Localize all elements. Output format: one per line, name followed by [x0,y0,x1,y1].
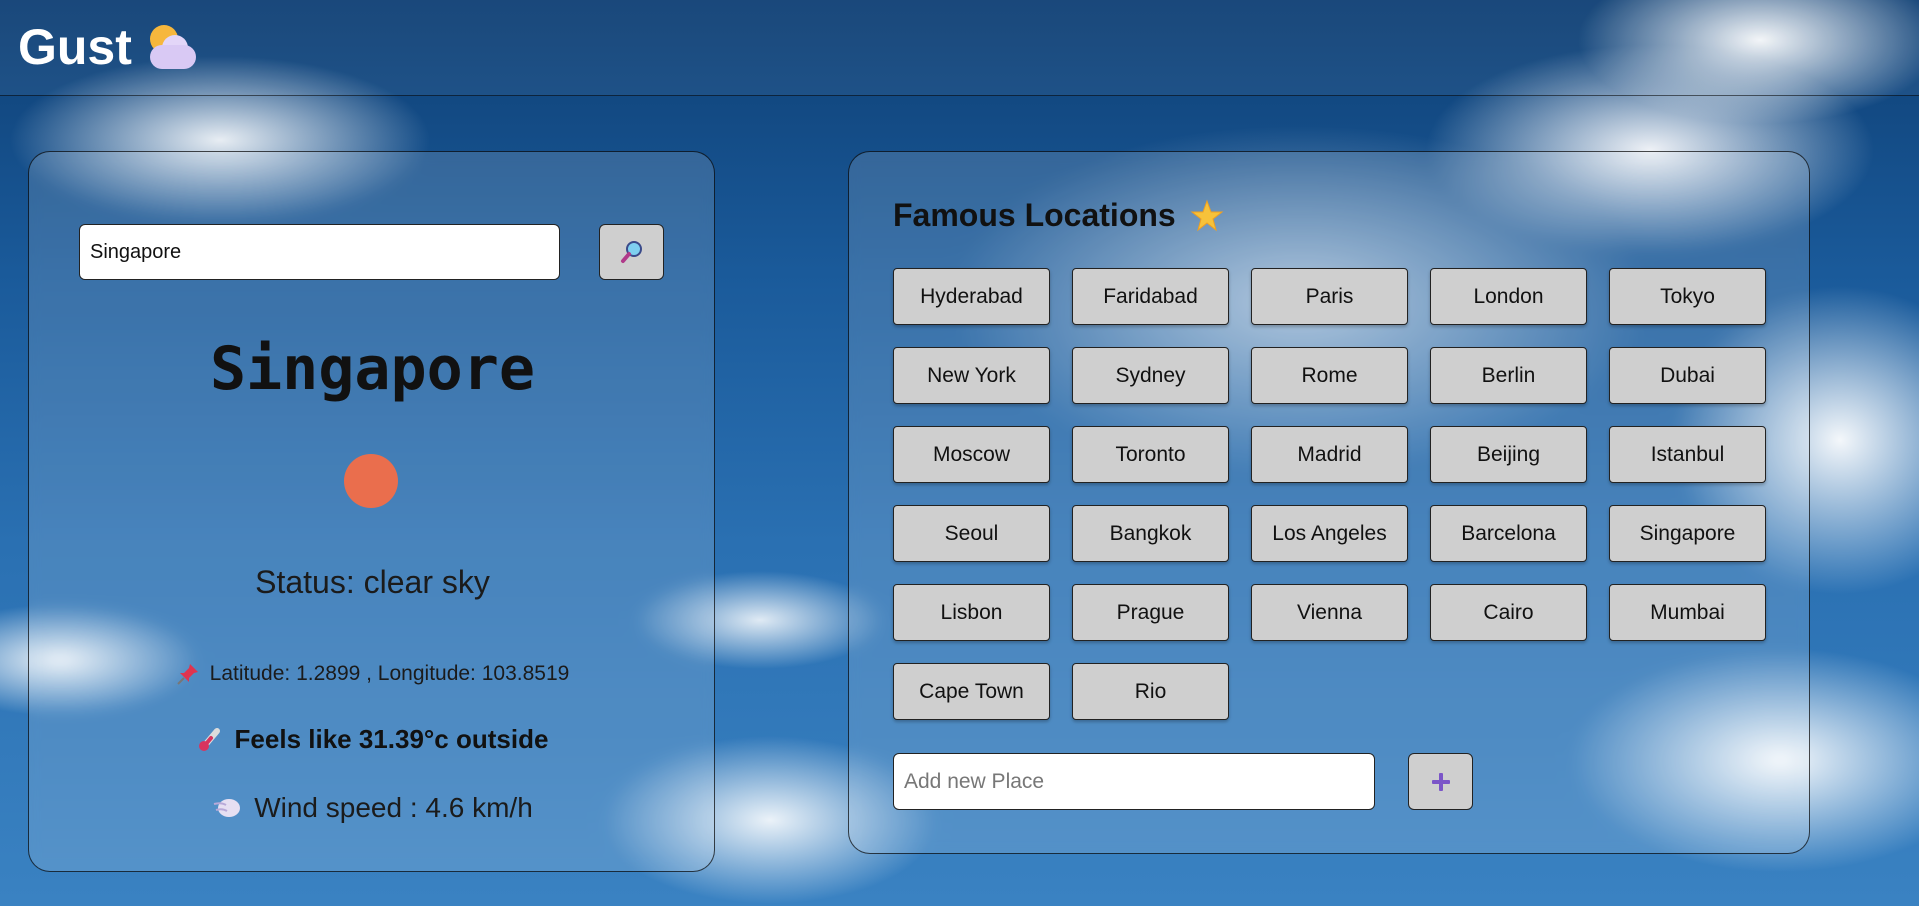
city-name: Singapore [209,334,536,404]
location-button[interactable]: Bangkok [1072,505,1229,562]
wind-row: Wind speed : 4.6 km/h [29,792,716,824]
add-place-input[interactable] [893,753,1375,810]
famous-locations-title: Famous Locations [893,197,1176,233]
app-title: Gust [18,19,132,75]
location-button[interactable]: Moscow [893,426,1050,483]
location-button[interactable]: Istanbul [1609,426,1766,483]
city-search-input[interactable] [79,224,560,280]
feels-like-row: Feels like 31.39°c outside [29,724,716,755]
pushpin-icon [176,664,198,685]
app-header: Gust [0,0,1919,96]
wind-icon [213,799,241,817]
search-button[interactable] [599,224,664,280]
famous-locations-heading: Famous Locations [893,197,1224,234]
add-place-button[interactable] [1408,753,1473,810]
location-button[interactable]: Madrid [1251,426,1408,483]
location-button[interactable]: Vienna [1251,584,1408,641]
location-button[interactable]: Seoul [893,505,1050,562]
thermometer-icon [198,727,220,751]
location-button[interactable]: Toronto [1072,426,1229,483]
weather-panel: Singapore Status: clear sky Latitude: 1.… [28,151,715,872]
location-button[interactable]: Rome [1251,347,1408,404]
sun-icon [344,454,398,508]
famous-locations-panel: Famous Locations Hyderabad Faridabad Par… [848,151,1810,854]
magnifier-icon [620,241,642,263]
location-button[interactable]: Faridabad [1072,268,1229,325]
location-button[interactable]: Sydney [1072,347,1229,404]
location-button[interactable]: Cape Town [893,663,1050,720]
wind-speed-text: Wind speed : 4.6 km/h [254,792,533,823]
location-button[interactable]: New York [893,347,1050,404]
weather-status: Status: clear sky [255,564,490,600]
location-button[interactable]: Beijing [1430,426,1587,483]
location-button[interactable]: Lisbon [893,584,1050,641]
coordinates-row: Latitude: 1.2899 , Longitude: 103.8519 [29,662,716,686]
location-button[interactable]: Prague [1072,584,1229,641]
feels-like-text: Feels like 31.39°c outside [234,724,549,754]
coordinates-text: Latitude: 1.2899 , Longitude: 103.8519 [209,662,570,685]
brand: Gust [18,18,198,76]
plus-icon [1431,772,1450,791]
location-button[interactable]: Hyderabad [893,268,1050,325]
location-button[interactable]: Dubai [1609,347,1766,404]
location-button[interactable]: Paris [1251,268,1408,325]
location-button[interactable]: Mumbai [1609,584,1766,641]
location-button[interactable]: Berlin [1430,347,1587,404]
location-button[interactable]: Cairo [1430,584,1587,641]
location-button[interactable]: London [1430,268,1587,325]
location-button[interactable]: Barcelona [1430,505,1587,562]
location-button[interactable]: Tokyo [1609,268,1766,325]
glowing-star-icon [1190,199,1224,231]
location-button[interactable]: Los Angeles [1251,505,1408,562]
location-button[interactable]: Singapore [1609,505,1766,562]
location-button[interactable]: Rio [1072,663,1229,720]
locations-grid: Hyderabad Faridabad Paris London Tokyo N… [893,268,1768,720]
sun-behind-cloud-icon [146,23,198,71]
